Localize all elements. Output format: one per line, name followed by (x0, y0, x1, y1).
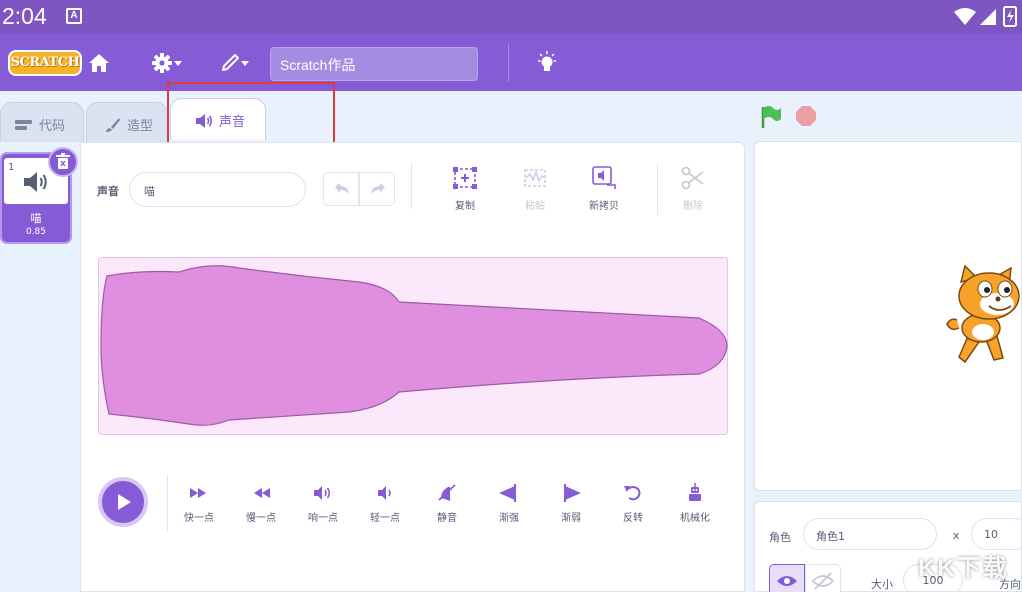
sound-name-input[interactable]: 喵 (129, 172, 306, 207)
delete-button[interactable]: 删除 (663, 165, 723, 212)
softer-label: 轻一点 (370, 513, 400, 524)
scratch-logo[interactable]: SCRATCH (8, 50, 82, 76)
sprite-label: 角色 (769, 531, 791, 544)
copy-button[interactable]: 复制 (435, 165, 495, 212)
signal-icon (980, 9, 996, 25)
copy-to-new-button[interactable]: 新拷贝 (574, 165, 634, 212)
trash-icon (56, 153, 70, 169)
fade-out-label: 渐弱 (561, 513, 581, 524)
redo-icon (371, 183, 385, 194)
delete-sound-button[interactable] (48, 147, 78, 177)
reverse-label: 反转 (623, 513, 643, 524)
copy-icon (453, 167, 477, 189)
volume-down-icon (378, 486, 391, 500)
system-icons (954, 6, 1018, 32)
sound-name-label: 声音 (97, 185, 119, 198)
faster-button[interactable]: 快一点 (174, 483, 224, 524)
x-label: x (953, 529, 960, 542)
wifi-icon (954, 8, 976, 25)
fade-in-button[interactable]: 渐强 (484, 483, 534, 524)
mute-icon (438, 484, 456, 501)
mute-button[interactable]: 静音 (422, 483, 472, 524)
louder-label: 响一点 (308, 513, 338, 524)
notification-icon: A (66, 8, 82, 24)
toolbar-divider (411, 163, 412, 209)
play-button[interactable] (98, 477, 148, 527)
fade-in-label: 渐强 (499, 513, 519, 524)
green-flag-icon[interactable] (758, 104, 784, 134)
tab-code[interactable]: 代码 (0, 102, 84, 142)
volume-up-icon (314, 486, 331, 500)
undo-icon (335, 183, 349, 194)
scratch-cat-sprite (946, 264, 1020, 364)
edit-menu[interactable] (219, 48, 251, 78)
sprite-name-input[interactable]: 角色1 (803, 518, 937, 550)
waveform (100, 265, 728, 426)
sound-name: 喵 (30, 212, 42, 225)
paste-icon (524, 169, 546, 187)
size-label: 大小 (871, 578, 893, 591)
slower-button[interactable]: 慢一点 (236, 483, 286, 524)
fade-out-icon (564, 484, 581, 502)
show-sprite-button[interactable] (769, 564, 805, 592)
tab-costumes[interactable]: 造型 (86, 102, 168, 142)
slower-label: 慢一点 (246, 513, 276, 524)
rewind-icon (254, 488, 270, 498)
paste-label: 粘贴 (525, 201, 545, 212)
menu-divider (508, 44, 509, 82)
copy-label: 复制 (455, 201, 475, 212)
fade-in-icon (499, 484, 516, 502)
tab-costumes-label: 造型 (127, 119, 154, 134)
paste-button[interactable]: 粘贴 (505, 165, 565, 212)
eye-icon (777, 576, 797, 586)
play-icon (118, 494, 131, 510)
reverse-button[interactable]: 反转 (608, 483, 658, 524)
redo-button[interactable] (359, 172, 395, 206)
robot-label: 机械化 (680, 513, 710, 524)
mute-label: 静音 (437, 513, 457, 524)
eye-slash-icon (811, 572, 835, 590)
status-time: 2:04 (2, 3, 47, 29)
settings-menu[interactable] (152, 48, 184, 78)
lightbulb-icon[interactable] (536, 48, 558, 78)
code-blocks-icon (15, 119, 33, 135)
delete-label: 删除 (683, 201, 703, 212)
hide-sprite-button[interactable] (805, 564, 841, 592)
x-position-input[interactable]: 10 (971, 518, 1022, 550)
status-bar: 2:04 A (0, 0, 1022, 34)
softer-button[interactable]: 轻一点 (360, 483, 410, 524)
sound-list: 1 喵 0.85 (0, 142, 80, 592)
stage[interactable] (754, 141, 1022, 491)
scissors-icon (681, 166, 704, 190)
tab-code-label: 代码 (39, 119, 66, 134)
pencil-icon (222, 54, 239, 71)
louder-button[interactable]: 响一点 (298, 483, 348, 524)
watermark: KK下载 (918, 555, 1009, 582)
sound-editor: 声音 喵 复制 粘贴 新拷贝 删除 快一点 慢一点 响一点 轻一点 静音 渐强 … (80, 142, 745, 592)
fast-forward-icon (190, 488, 206, 498)
robot-icon (689, 483, 701, 501)
stop-icon[interactable] (795, 105, 817, 127)
fade-out-button[interactable]: 渐弱 (546, 483, 596, 524)
menu-bar: SCRATCH Scratch作品 (0, 34, 1022, 91)
home-icon[interactable] (88, 48, 110, 78)
sound-index: 1 (8, 162, 15, 173)
project-title-input[interactable]: Scratch作品 (270, 47, 478, 81)
speaker-icon (24, 172, 47, 192)
chevron-down-icon (174, 61, 182, 66)
brush-icon (105, 117, 121, 137)
undo-button[interactable] (323, 172, 359, 206)
effects-divider (167, 475, 168, 531)
toolbar-divider (657, 163, 658, 215)
copy-to-new-label: 新拷贝 (589, 201, 619, 212)
robot-button[interactable]: 机械化 (670, 483, 720, 524)
sound-duration: 0.85 (25, 227, 47, 237)
reverse-icon (624, 486, 641, 501)
copy-to-new-icon (592, 166, 616, 189)
waveform-display[interactable] (98, 257, 728, 435)
faster-label: 快一点 (184, 513, 214, 524)
